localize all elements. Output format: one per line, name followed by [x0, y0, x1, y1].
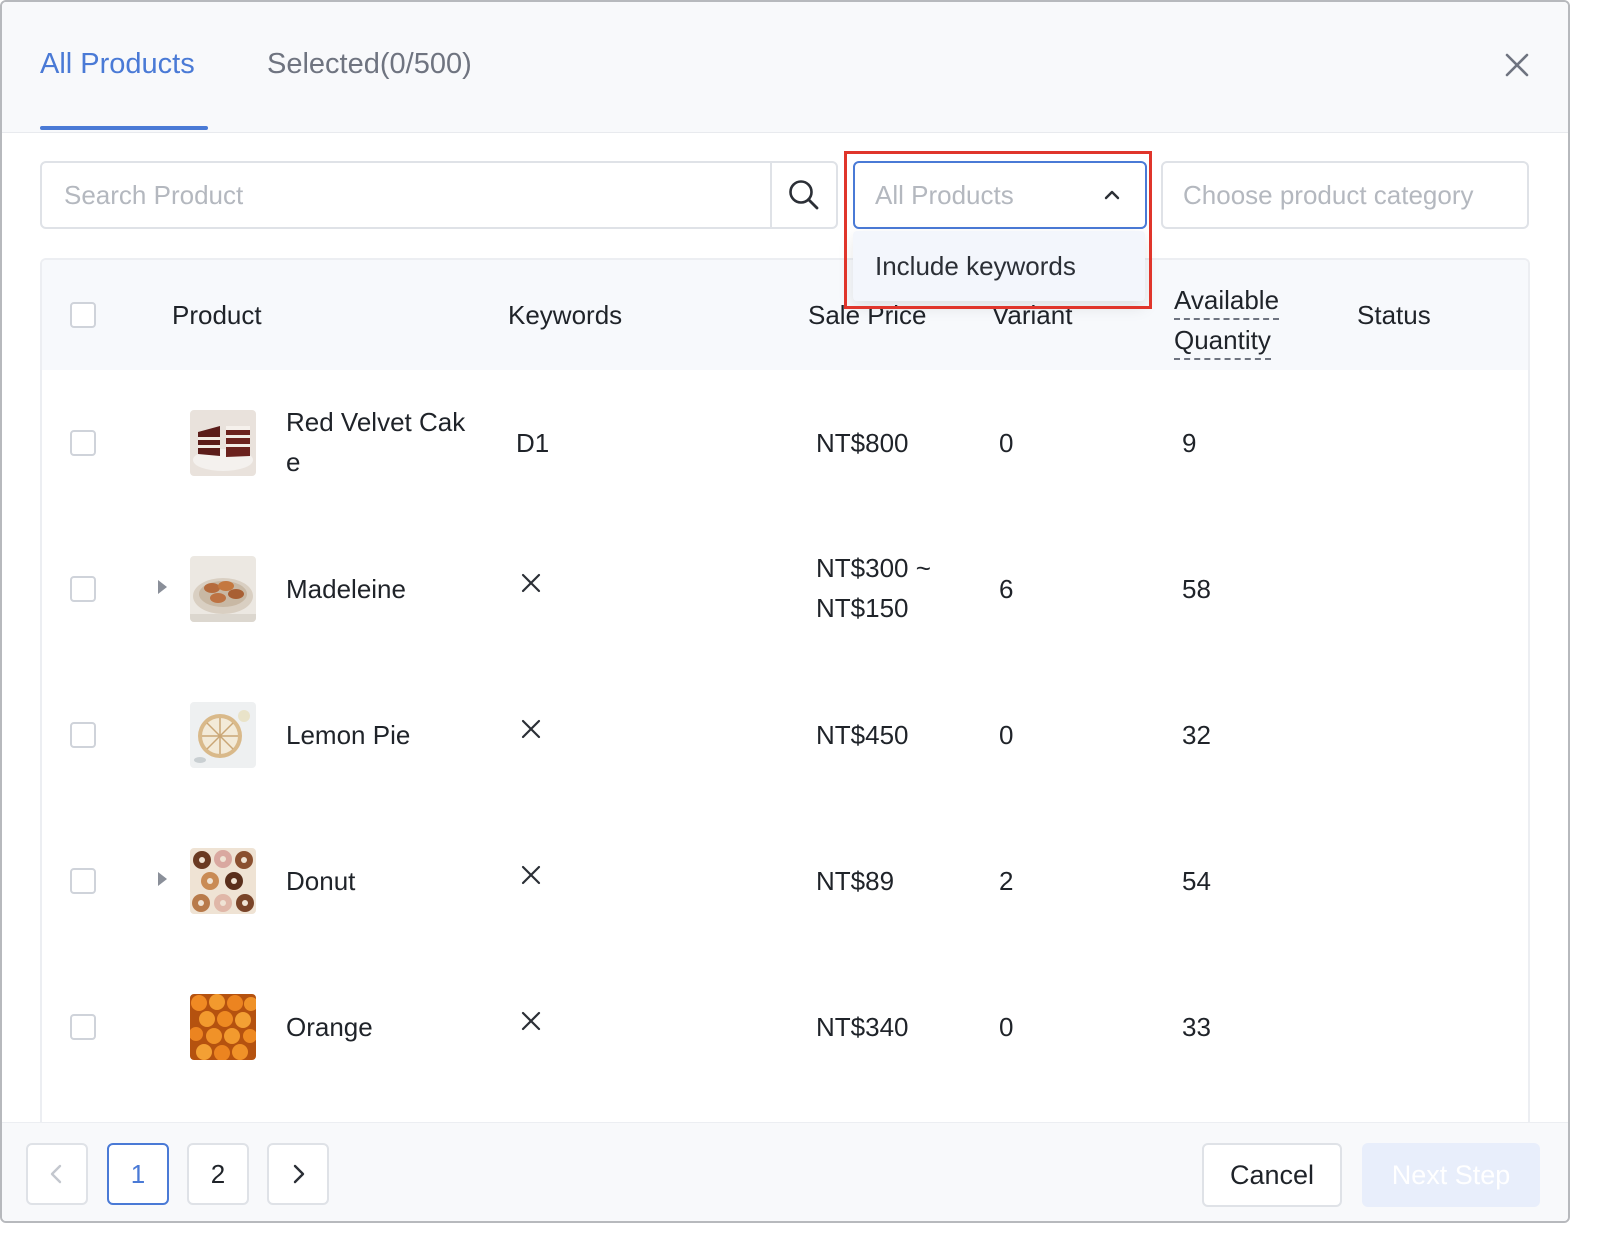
product-price-line2: NT$150 — [816, 593, 909, 623]
next-step-button[interactable]: Next Step — [1362, 1143, 1540, 1207]
product-name-line1: Lemon Pie — [286, 720, 411, 750]
product-price-line1: NT$340 — [816, 1012, 909, 1042]
table-row: Red Velvet Cak e D1 NT$800 0 9 — [42, 370, 1528, 518]
table-header: Product Keywords Sale Price Variant Avai… — [42, 260, 1528, 372]
product-name-line1: Orange — [286, 1012, 373, 1042]
close-icon — [1505, 53, 1529, 77]
product-variant-count: 2 — [999, 866, 1014, 896]
column-header-status: Status — [1357, 300, 1431, 330]
modal-header: All Products Selected(0/500) — [2, 2, 1568, 133]
chevron-right-icon — [293, 1164, 305, 1184]
select-all-checkbox[interactable] — [70, 302, 96, 328]
product-price: NT$800 — [816, 423, 909, 463]
product-price: NT$450 — [816, 715, 909, 755]
product-name-line2: e — [286, 447, 301, 477]
product-available-quantity: 54 — [1182, 866, 1211, 896]
no-keywords-icon — [521, 573, 541, 593]
column-header-variant: Variant — [992, 300, 1073, 330]
available-quantity-label-line2: Quantity — [1174, 322, 1271, 360]
column-header-sale-price: Sale Price — [808, 300, 927, 330]
chevron-left-icon — [50, 1164, 62, 1184]
search-box — [40, 161, 838, 229]
product-available-quantity: 33 — [1182, 1012, 1211, 1042]
expand-row-icon[interactable] — [156, 578, 168, 596]
product-price-line1: NT$800 — [816, 428, 909, 458]
tab-selected-products[interactable]: Selected(0/500) — [267, 44, 472, 84]
product-keywords: D1 — [516, 428, 550, 458]
row-checkbox[interactable] — [70, 868, 96, 894]
row-checkbox[interactable] — [70, 1014, 96, 1040]
product-price: NT$89 — [816, 861, 894, 901]
expand-row-icon[interactable] — [156, 870, 168, 888]
keyword-filter-select[interactable]: All Products — [853, 161, 1147, 229]
product-thumbnail-lemon-pie — [190, 702, 256, 768]
active-tab-indicator — [40, 126, 208, 130]
table-row: Madeleine NT$300 ~ NT$150 6 58 — [42, 516, 1528, 664]
chevron-up-icon — [1104, 190, 1120, 200]
previous-page-button[interactable] — [26, 1143, 88, 1205]
search-button[interactable] — [770, 163, 836, 227]
product-variant-count: 0 — [999, 720, 1014, 750]
row-checkbox[interactable] — [70, 722, 96, 748]
close-button[interactable] — [1498, 46, 1536, 84]
page-button-1[interactable]: 1 — [107, 1143, 169, 1205]
column-header-product: Product — [172, 300, 262, 330]
product-thumbnail-donut — [190, 848, 256, 914]
product-price-line1: NT$89 — [816, 866, 895, 896]
no-keywords-icon — [521, 865, 541, 885]
search-icon — [789, 180, 819, 210]
product-name-line1: Red Velvet Cak — [286, 407, 466, 437]
product-variant-count: 0 — [999, 1012, 1014, 1042]
product-price: NT$340 — [816, 1007, 909, 1047]
product-available-quantity: 9 — [1182, 428, 1197, 458]
search-input[interactable] — [42, 163, 768, 227]
row-checkbox[interactable] — [70, 576, 96, 602]
product-variant-count: 6 — [999, 574, 1014, 604]
product-category-placeholder: Choose product category — [1183, 180, 1474, 210]
product-price-line1: NT$300 ~ — [816, 553, 931, 583]
product-name: Donut — [286, 861, 355, 901]
product-available-quantity: 32 — [1182, 720, 1211, 750]
tab-all-products[interactable]: All Products — [40, 44, 195, 84]
no-keywords-icon — [521, 719, 541, 739]
modal-footer: 1 2 Cancel Next Step — [2, 1122, 1568, 1221]
next-page-button[interactable] — [267, 1143, 329, 1205]
product-name-line1: Madeleine — [286, 574, 406, 604]
no-keywords-icon — [521, 1011, 541, 1031]
dropdown-option-include-keywords[interactable]: Include keywords — [875, 231, 1076, 301]
product-thumbnail-orange — [190, 994, 256, 1060]
product-price-line1: NT$450 — [816, 720, 909, 750]
keyword-filter-value: All Products — [875, 180, 1014, 210]
product-name: Red Velvet Cak e — [286, 402, 465, 482]
table-row: Donut NT$89 2 54 — [42, 808, 1528, 956]
product-name: Orange — [286, 1007, 373, 1047]
product-table: Product Keywords Sale Price Variant Avai… — [40, 258, 1530, 1130]
product-thumbnail-red-velvet-cake — [190, 410, 256, 476]
available-quantity-label-line1: Available — [1174, 282, 1280, 320]
cancel-button[interactable]: Cancel — [1202, 1143, 1342, 1207]
product-thumbnail-madeleine — [190, 556, 256, 622]
product-picker-modal: All Products Selected(0/500) All Product… — [0, 0, 1570, 1223]
column-header-keywords: Keywords — [508, 300, 623, 330]
page-button-2[interactable]: 2 — [187, 1143, 249, 1205]
product-name: Madeleine — [286, 569, 406, 609]
product-price: NT$300 ~ NT$150 — [816, 548, 931, 628]
product-variant-count: 0 — [999, 428, 1014, 458]
row-checkbox[interactable] — [70, 430, 96, 456]
product-category-select[interactable]: Choose product category — [1161, 161, 1529, 229]
keyword-filter-dropdown: Include keywords — [853, 231, 1145, 301]
table-row: Orange NT$340 0 33 — [42, 954, 1528, 1102]
product-name: Lemon Pie — [286, 715, 410, 755]
table-row: Lemon Pie NT$450 0 32 — [42, 662, 1528, 810]
product-name-line1: Donut — [286, 866, 356, 896]
column-header-available-quantity[interactable]: Available Quantity — [1174, 280, 1280, 360]
product-available-quantity: 58 — [1182, 574, 1211, 604]
